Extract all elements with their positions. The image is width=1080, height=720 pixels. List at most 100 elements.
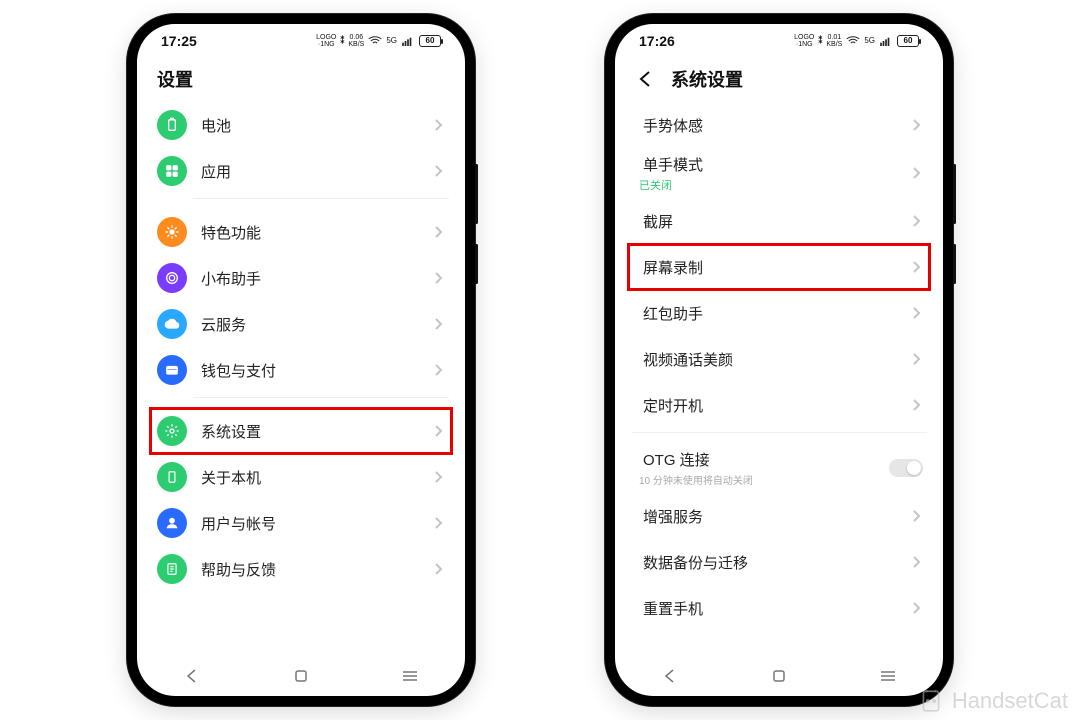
chevron-right-icon — [431, 317, 445, 331]
settings-item-label: 应用 — [201, 161, 431, 182]
settings-item-users[interactable]: 用户与帐号 — [153, 500, 449, 546]
chevron-right-icon — [431, 363, 445, 377]
chevron-right-icon — [909, 306, 923, 320]
cloud-icon — [157, 309, 187, 339]
settings-item-assistant[interactable]: 小布助手 — [153, 255, 449, 301]
grid-icon — [157, 156, 187, 186]
status-time: 17:26 — [639, 33, 675, 49]
spiral-icon — [157, 263, 187, 293]
settings-item-label: 特色功能 — [201, 222, 431, 243]
nav-bar — [137, 656, 465, 696]
system-settings-list[interactable]: 手势体感单手模式已关闭截屏屏幕录制红包助手视频通话美颜定时开机 OTG 连接10 … — [615, 102, 943, 656]
page-title: 设置 — [137, 58, 465, 102]
status-bar: 17:26 LOGO·1NG ⁑ 0.01KB/S 5G 60 — [615, 24, 943, 58]
settings-list[interactable]: 电池应用特色功能小布助手云服务钱包与支付系统设置关于本机用户与帐号帮助与反馈 — [137, 102, 465, 656]
settings-item-apps[interactable]: 应用 — [153, 148, 449, 194]
system-item-onehand[interactable]: 单手模式已关闭 — [631, 148, 927, 198]
back-button[interactable] — [635, 68, 657, 90]
settings-item-features[interactable]: 特色功能 — [153, 209, 449, 255]
side-button — [475, 164, 478, 224]
chevron-right-icon — [909, 398, 923, 412]
side-button — [953, 244, 956, 284]
chevron-right-icon — [909, 214, 923, 228]
phone-frame-left: 17:25 LOGO·1NG ⁑ 0.06KB/S 5G 60 设置 电池应用特… — [127, 14, 475, 706]
watermark: HandsetCat — [918, 688, 1068, 714]
battery-icon: 60 — [897, 35, 919, 47]
chevron-right-icon — [909, 166, 923, 180]
nav-home-button[interactable] — [281, 665, 321, 687]
screen-right: 17:26 LOGO·1NG ⁑ 0.01KB/S 5G 60 系统设置 手势体… — [615, 24, 943, 696]
system-item-record[interactable]: 屏幕录制 — [631, 244, 927, 290]
system-item-otg[interactable]: OTG 连接10 分钟未使用将自动关闭 — [631, 443, 927, 493]
page-header: 系统设置 — [615, 58, 943, 102]
user-icon — [157, 508, 187, 538]
settings-item-battery[interactable]: 电池 — [153, 102, 449, 148]
system-item-gesture[interactable]: 手势体感 — [631, 102, 927, 148]
chevron-right-icon — [431, 225, 445, 239]
status-bar: 17:25 LOGO·1NG ⁑ 0.06KB/S 5G 60 — [137, 24, 465, 58]
system-item-schedule[interactable]: 定时开机 — [631, 382, 927, 428]
side-button — [953, 164, 956, 224]
page-title: 系统设置 — [671, 66, 743, 92]
chevron-right-icon — [909, 509, 923, 523]
nav-bar — [615, 656, 943, 696]
chevron-right-icon — [431, 118, 445, 132]
chevron-right-icon — [431, 470, 445, 484]
settings-item-wallet[interactable]: 钱包与支付 — [153, 347, 449, 393]
system-item-label: 截屏 — [643, 211, 909, 232]
wifi-icon — [846, 36, 860, 46]
settings-item-cloud[interactable]: 云服务 — [153, 301, 449, 347]
system-item-label: 红包助手 — [643, 303, 909, 324]
wifi-icon — [368, 36, 382, 46]
phone-icon — [157, 462, 187, 492]
system-item-screenshot[interactable]: 截屏 — [631, 198, 927, 244]
settings-item-label: 帮助与反馈 — [201, 559, 431, 580]
system-item-label: OTG 连接 — [643, 449, 889, 470]
settings-item-label: 云服务 — [201, 314, 431, 335]
nav-back-button[interactable] — [172, 665, 212, 687]
system-item-videocall[interactable]: 视频通话美颜 — [631, 336, 927, 382]
status-time: 17:25 — [161, 33, 197, 49]
settings-item-system[interactable]: 系统设置 — [153, 408, 449, 454]
chevron-right-icon — [909, 555, 923, 569]
chevron-right-icon — [909, 601, 923, 615]
nav-recent-button[interactable] — [868, 665, 908, 687]
battery-icon: 60 — [419, 35, 441, 47]
screen-left: 17:25 LOGO·1NG ⁑ 0.06KB/S 5G 60 设置 电池应用特… — [137, 24, 465, 696]
settings-item-label: 系统设置 — [201, 421, 431, 442]
nav-recent-button[interactable] — [390, 665, 430, 687]
system-item-label: 视频通话美颜 — [643, 349, 909, 370]
settings-item-label: 关于本机 — [201, 467, 431, 488]
chevron-right-icon — [431, 424, 445, 438]
side-button — [475, 244, 478, 284]
battery-icon — [157, 110, 187, 140]
chevron-right-icon — [909, 118, 923, 132]
toggle-switch[interactable] — [889, 459, 923, 477]
signal-icon — [879, 36, 893, 46]
help-icon — [157, 554, 187, 584]
settings-item-label: 小布助手 — [201, 268, 431, 289]
signal-icon — [401, 36, 415, 46]
system-item-backup[interactable]: 数据备份与迁移 — [631, 539, 927, 585]
settings-item-help[interactable]: 帮助与反馈 — [153, 546, 449, 592]
nav-back-button[interactable] — [650, 665, 690, 687]
system-item-label: 增强服务 — [643, 506, 909, 527]
settings-item-about[interactable]: 关于本机 — [153, 454, 449, 500]
chevron-right-icon — [431, 271, 445, 285]
chevron-right-icon — [909, 352, 923, 366]
system-item-label: 屏幕录制 — [643, 257, 909, 278]
chevron-right-icon — [909, 260, 923, 274]
system-item-label: 数据备份与迁移 — [643, 552, 909, 573]
system-item-redpacket[interactable]: 红包助手 — [631, 290, 927, 336]
status-indicators: LOGO·1NG ⁑ 0.06KB/S 5G 60 — [316, 34, 441, 48]
system-item-label: 重置手机 — [643, 598, 909, 619]
nav-home-button[interactable] — [759, 665, 799, 687]
status-indicators: LOGO·1NG ⁑ 0.01KB/S 5G 60 — [794, 34, 919, 48]
gear-icon — [157, 416, 187, 446]
system-item-label: 手势体感 — [643, 115, 909, 136]
system-item-reset[interactable]: 重置手机 — [631, 585, 927, 631]
system-item-enhance[interactable]: 增强服务 — [631, 493, 927, 539]
chevron-right-icon — [431, 516, 445, 530]
settings-item-label: 电池 — [201, 115, 431, 136]
chevron-right-icon — [431, 562, 445, 576]
